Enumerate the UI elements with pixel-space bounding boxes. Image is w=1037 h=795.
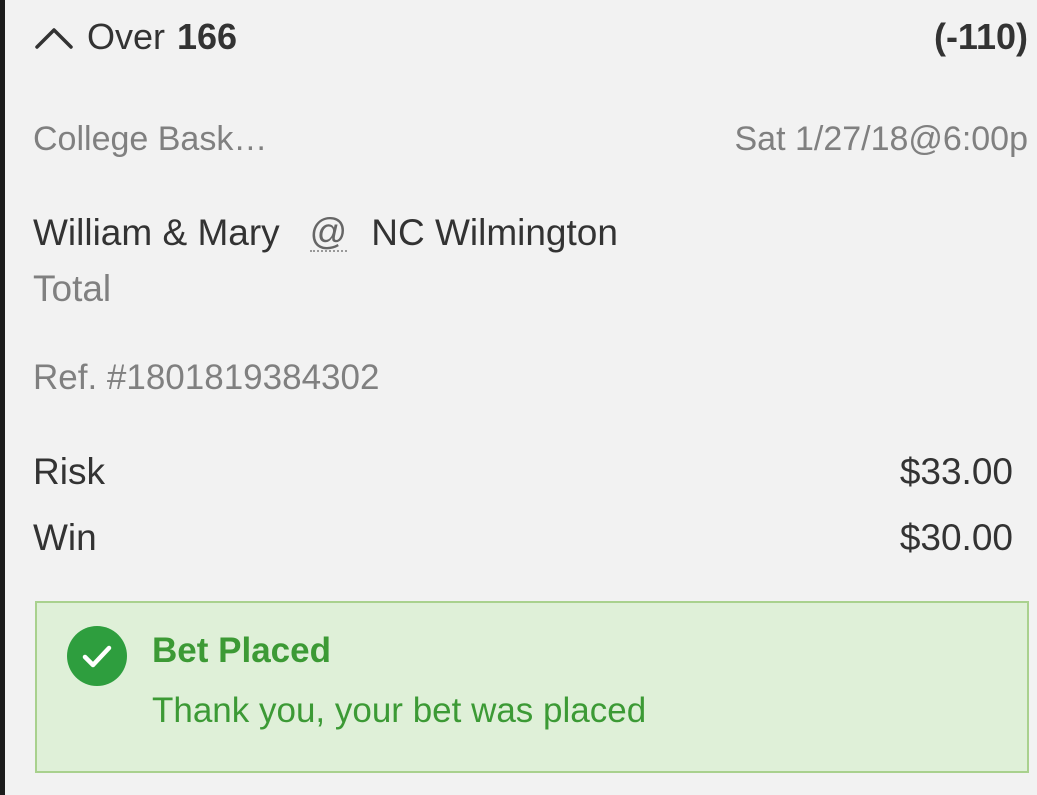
risk-value: $33.00 [899, 451, 1013, 492]
win-value: $30.00 [899, 517, 1013, 558]
event-datetime: Sat 1/27/18@6:00p [734, 119, 1028, 158]
at-symbol: @ [309, 211, 348, 252]
alert-message: Thank you, your bet was placed [152, 691, 647, 730]
win-label: Win [33, 517, 97, 558]
market-type: Total [33, 268, 112, 309]
bet-placed-alert: Bet Placed Thank you, your bet was place… [35, 601, 1029, 773]
alert-title: Bet Placed [152, 631, 331, 670]
risk-label: Risk [33, 451, 105, 492]
matchup: William & Mary @ NC Wilmington [33, 208, 618, 258]
selection-value: 166 [177, 16, 238, 57]
bet-header[interactable]: Over 166 (-110) [33, 12, 1028, 62]
risk-row: Risk $33.00 [33, 447, 1013, 497]
event-meta: College Bask… Sat 1/27/18@6:00p [33, 117, 1028, 161]
check-circle-icon [67, 626, 127, 686]
chevron-up-icon[interactable] [33, 17, 75, 57]
win-row: Win $30.00 [33, 513, 1013, 563]
reference-number: Ref. #1801819384302 [33, 358, 380, 397]
league-label: College Bask… [33, 119, 268, 158]
bet-slip-card: Over 166 (-110) College Bask… Sat 1/27/1… [5, 0, 1037, 795]
away-team: William & Mary [33, 212, 280, 253]
bet-header-left: Over 166 [33, 16, 237, 58]
home-team: NC Wilmington [371, 212, 618, 253]
selection-label: Over [87, 16, 166, 57]
odds-value: (-110) [933, 16, 1028, 57]
